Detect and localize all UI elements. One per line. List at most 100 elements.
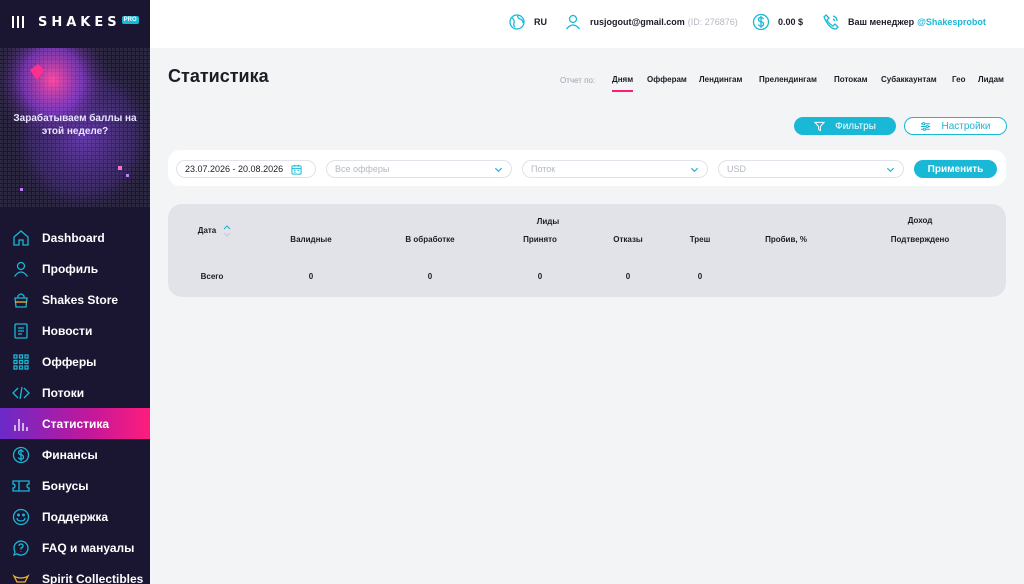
sidebar-item-label: FAQ и мануалы	[42, 540, 135, 555]
date-range-picker[interactable]: 23.07.2026 - 20.08.2026	[176, 160, 316, 178]
sidebar-item-label: Spirit Collectibles	[42, 571, 144, 584]
sliders-icon	[921, 121, 931, 131]
column-group-leads: Лиды	[536, 217, 560, 226]
balance-value: 0.00 $	[778, 17, 804, 27]
total-rejected: 0	[625, 272, 631, 281]
column-header-valid: Валидные	[290, 235, 332, 244]
ticket-icon	[12, 477, 30, 495]
logo-row: SHAKES PRO	[0, 0, 150, 44]
settings-button[interactable]: Настройки	[904, 117, 1007, 135]
filter-icon	[814, 121, 826, 132]
sidebar-item-grid[interactable]: Офферы	[0, 346, 150, 377]
sidebar-item-news[interactable]: Новости	[0, 315, 150, 346]
date-range-value: 23.07.2026 - 20.08.2026	[185, 164, 284, 174]
manager-handle-link[interactable]: @Shakesprobot	[917, 17, 986, 27]
sidebar-item-ticket[interactable]: Бонусы	[0, 470, 150, 501]
report-by-label: Отчет по:	[560, 76, 596, 85]
support-icon	[12, 508, 30, 526]
globe-icon	[509, 14, 525, 30]
sort-icon[interactable]	[222, 224, 232, 238]
column-header-processing: В обработке	[405, 235, 455, 244]
manager-contact[interactable]: Ваш менеджер @Shakesprobot	[822, 12, 986, 32]
crown-icon	[12, 570, 30, 584]
apply-button[interactable]: Применить	[914, 160, 997, 178]
user-id: (ID: 276876)	[687, 17, 738, 27]
tab-report-2[interactable]: Лендингам	[699, 75, 742, 84]
dollar-icon	[12, 446, 30, 464]
sidebar-item-label: Офферы	[42, 354, 97, 369]
column-header-breakthrough: Пробив, %	[765, 235, 807, 244]
language-switcher[interactable]: RU	[508, 12, 547, 32]
sidebar-item-label: Финансы	[42, 447, 98, 462]
chevron-down-icon	[690, 167, 699, 173]
user-email: rusjogout@gmail.com	[590, 17, 685, 27]
total-valid: 0	[308, 272, 314, 281]
sidebar-item-label: Dashboard	[42, 230, 105, 245]
tab-report-7[interactable]: Лидам	[978, 75, 1004, 84]
sidebar-item-label: Потоки	[42, 385, 85, 400]
sidebar-item-user[interactable]: Профиль	[0, 253, 150, 284]
stream-select-value: Поток	[531, 164, 556, 174]
offers-select-value: Все офферы	[335, 164, 390, 174]
balance[interactable]: 0.00 $	[752, 12, 803, 32]
tab-report-1[interactable]: Офферам	[647, 75, 687, 84]
sidebar-item-bar-chart[interactable]: Статистика	[0, 408, 150, 439]
total-trash: 0	[697, 272, 703, 281]
sidebar-item-label: Статистика	[42, 416, 110, 431]
logo-text[interactable]: SHAKES	[38, 15, 121, 30]
grid-icon	[12, 353, 30, 371]
chevron-down-icon	[494, 167, 503, 173]
column-header-confirmed: Подтверждено	[890, 235, 950, 244]
phone-icon	[823, 14, 839, 30]
promo-banner[interactable]: Зарабатываем баллы на этой неделе?	[0, 48, 150, 208]
dollar-icon	[752, 13, 770, 31]
sidebar: SHAKES PRO Зарабатываем баллы на этой не…	[0, 0, 150, 584]
sidebar-item-label: Бонусы	[42, 478, 89, 493]
tab-report-3[interactable]: Прелендингам	[759, 75, 817, 84]
news-icon	[12, 322, 30, 340]
filters-button[interactable]: Фильтры	[794, 117, 896, 135]
currency-select-value: USD	[727, 164, 747, 174]
tab-report-4[interactable]: Потокам	[834, 75, 868, 84]
sidebar-item-dollar[interactable]: Финансы	[0, 439, 150, 470]
user-account[interactable]: rusjogout@gmail.com (ID: 276876)	[564, 12, 738, 32]
calendar-icon	[291, 164, 302, 175]
column-header-trash: Треш	[689, 235, 711, 244]
stream-select[interactable]: Поток	[522, 160, 708, 178]
user-icon	[12, 260, 30, 278]
total-row-label: Всего	[200, 272, 224, 281]
sidebar-item-crown[interactable]: Spirit Collectibles	[0, 563, 150, 584]
logo-pro-badge: PRO	[121, 16, 139, 24]
offers-select[interactable]: Все офферы	[326, 160, 512, 178]
sidebar-item-support[interactable]: Поддержка	[0, 501, 150, 532]
sidebar-item-code[interactable]: Потоки	[0, 377, 150, 408]
manager-label: Ваш менеджер	[848, 17, 915, 27]
chevron-down-icon	[886, 167, 895, 173]
sidebar-nav: Dashboard Профиль Shakes Store Новости Оффер…	[0, 222, 150, 584]
total-accepted: 0	[537, 272, 543, 281]
help-icon	[12, 539, 30, 557]
tab-report-6[interactable]: Гео	[952, 75, 965, 84]
filters-button-label: Фильтры	[835, 120, 876, 132]
sidebar-item-help[interactable]: FAQ и мануалы	[0, 532, 150, 563]
tab-report-5[interactable]: Субаккаунтам	[881, 75, 937, 84]
sidebar-item-label: Профиль	[42, 261, 99, 276]
tab-report-0[interactable]: Дням	[612, 75, 634, 92]
code-icon	[12, 384, 30, 402]
home-icon	[12, 229, 30, 247]
page-title: Статистика	[168, 66, 269, 86]
promo-text: Зарабатываем баллы на этой неделе?	[13, 113, 137, 137]
column-header-date[interactable]: Дата	[198, 226, 217, 235]
filters-bar: 23.07.2026 - 20.08.2026 Все офферы Поток…	[168, 150, 1006, 186]
sidebar-item-bag[interactable]: Shakes Store	[0, 284, 150, 315]
column-header-accepted: Принято	[523, 235, 557, 244]
column-group-income: Доход	[907, 216, 933, 225]
total-processing: 0	[427, 272, 433, 281]
sidebar-item-label: Новости	[42, 323, 93, 338]
currency-select[interactable]: USD	[718, 160, 904, 178]
menu-icon[interactable]	[12, 16, 24, 28]
sidebar-item-home[interactable]: Dashboard	[0, 222, 150, 253]
sidebar-item-label: Shakes Store	[42, 292, 119, 307]
bar-chart-icon	[12, 415, 30, 433]
top-header: RU rusjogout@gmail.com (ID: 276876) 0.00…	[150, 0, 1024, 48]
